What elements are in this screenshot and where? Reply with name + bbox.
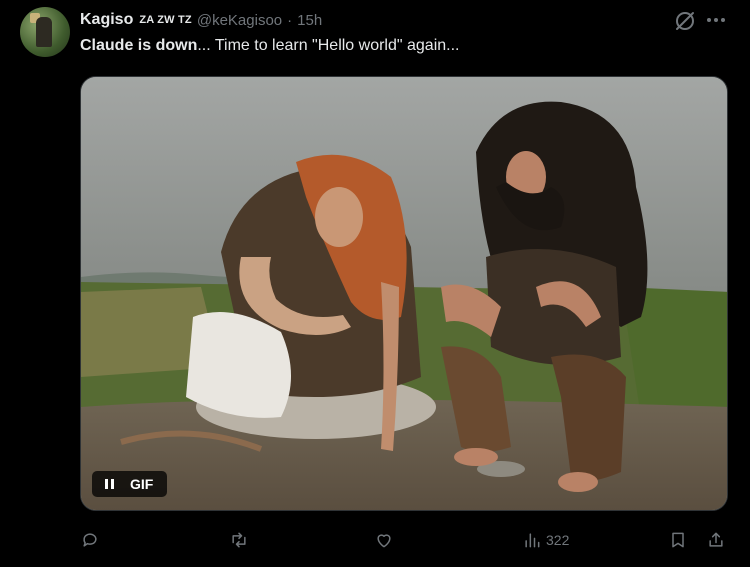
ellipsis-icon xyxy=(707,18,725,22)
views-button[interactable]: 322 xyxy=(522,528,569,552)
pause-icon[interactable] xyxy=(98,473,120,495)
retweet-button[interactable] xyxy=(229,528,249,552)
reply-icon xyxy=(83,533,97,547)
gif-media[interactable] xyxy=(80,76,728,511)
bookmark-button[interactable] xyxy=(668,528,688,552)
avatar-figure xyxy=(36,17,52,47)
author-flags: ZA ZW TZ xyxy=(139,14,192,26)
views-count: 322 xyxy=(546,532,570,548)
heart-icon xyxy=(377,534,391,548)
views-chart-icon xyxy=(525,533,540,548)
gif-badge[interactable]: GIF xyxy=(92,471,167,497)
author-name[interactable]: Kagiso xyxy=(80,11,133,29)
more-options-icon[interactable] xyxy=(704,10,728,30)
tweet-timestamp[interactable]: 15h xyxy=(297,12,322,29)
grok-icon[interactable] xyxy=(672,8,698,34)
bookmark-icon xyxy=(672,532,684,548)
grok-icon-graphic xyxy=(676,12,694,30)
tweet-text: Claude is down... Time to learn "Hello w… xyxy=(80,37,459,55)
gif-label: GIF xyxy=(130,476,154,492)
share-button[interactable] xyxy=(706,528,726,552)
retweet-icon xyxy=(232,532,246,548)
gif-scene xyxy=(81,77,727,510)
tweet-text-bold: Claude is down xyxy=(80,37,198,54)
author-handle[interactable]: @keKagisoo xyxy=(197,12,282,29)
tweet-text-rest: ... Time to learn "Hello world" again... xyxy=(197,37,460,54)
avatar[interactable] xyxy=(20,7,70,57)
action-bar: 322 xyxy=(0,528,750,552)
tweet-header: Kagiso ZA ZW TZ @keKagisoo · 15h xyxy=(80,10,322,30)
share-icon xyxy=(709,532,723,547)
meta-separator: · xyxy=(287,11,293,29)
reply-button[interactable] xyxy=(80,528,100,552)
like-button[interactable] xyxy=(374,528,394,552)
